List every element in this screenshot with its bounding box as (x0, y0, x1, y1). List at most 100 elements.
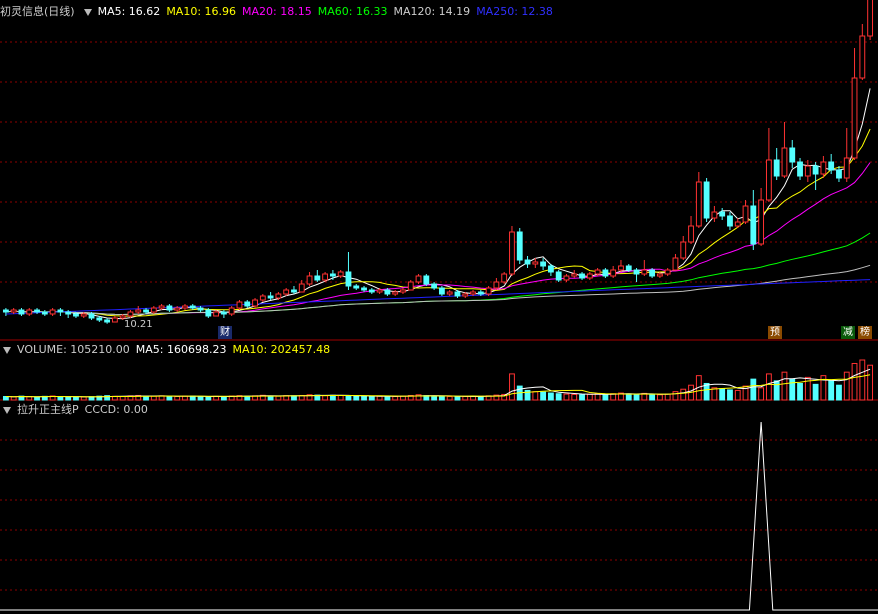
candle-body (727, 215, 733, 227)
candle-body (586, 273, 593, 279)
volume-bar (182, 395, 188, 401)
candle-body (773, 159, 780, 177)
ma60-line (5, 232, 871, 316)
candle-body (104, 319, 111, 323)
candle-body (431, 283, 438, 289)
candle-body (111, 317, 118, 323)
volume-bar (57, 396, 64, 401)
candle-body (337, 271, 344, 277)
candle-body (306, 275, 313, 285)
candle-body (571, 273, 578, 277)
volume-bar (828, 380, 835, 401)
candle-body (485, 287, 492, 295)
candle-body (470, 291, 476, 295)
candle-body (400, 289, 406, 293)
volume-bar (337, 394, 344, 401)
volume-bar (65, 396, 72, 401)
candle-body (407, 281, 414, 291)
volume-bar (438, 395, 445, 401)
candle-body (688, 225, 694, 243)
candle-body (314, 275, 321, 281)
candle-body (252, 299, 258, 307)
volume-bar (586, 393, 593, 401)
volume-bar (633, 394, 640, 401)
volume-bar (345, 395, 352, 401)
candle-body (96, 317, 103, 321)
candle-body (73, 313, 79, 317)
volume-bar (291, 395, 297, 401)
volume-bar (867, 364, 874, 401)
candle-body (765, 159, 772, 201)
volume-bar (540, 391, 547, 401)
volume-bar (446, 396, 453, 401)
candle-body (781, 147, 788, 177)
candle-body (2, 309, 9, 313)
candle-body (150, 307, 157, 313)
candle-body (493, 281, 500, 289)
volume-bar (220, 396, 227, 401)
candle-body (501, 273, 508, 283)
volume-bar (758, 387, 765, 401)
volume-bar (376, 395, 383, 401)
volume-bar (174, 396, 181, 401)
candle-body (836, 169, 842, 179)
candle-body (563, 275, 570, 281)
forecast-tag[interactable]: 预 (768, 326, 782, 339)
volume-bar (836, 384, 842, 401)
rank-list-tag[interactable]: 榜 (858, 326, 872, 339)
candle-body (220, 311, 227, 315)
candle-body (135, 309, 142, 313)
volume-bar (532, 391, 539, 401)
candle-body (158, 305, 165, 309)
financial-report-tag[interactable]: 财 (218, 326, 232, 339)
candle-body (680, 241, 687, 259)
candle-body (672, 257, 679, 271)
volume-bar (275, 395, 282, 401)
volume-bar (368, 396, 375, 401)
candle-body (524, 259, 531, 265)
candle-body (656, 273, 663, 277)
candle-body (797, 161, 803, 177)
volume-bar (602, 394, 609, 401)
candle-body (26, 309, 33, 315)
candle-body (368, 289, 375, 293)
candle-body (267, 295, 274, 299)
candle-body (275, 293, 282, 299)
candle-body (283, 289, 290, 295)
candle-body (859, 35, 866, 79)
volume-bar (859, 359, 866, 401)
volume-bar (150, 395, 157, 401)
candle-body (322, 273, 329, 281)
volume-bar (166, 395, 173, 401)
candle-body (18, 309, 25, 315)
volume-bar (734, 389, 741, 401)
candle-body (57, 309, 64, 313)
volume-bar (80, 396, 87, 401)
volume-bar (392, 396, 399, 401)
candle-body (509, 231, 515, 275)
candle-body (664, 269, 671, 275)
candle-body (711, 211, 718, 219)
candle-body (820, 161, 827, 175)
volume-bar (353, 395, 360, 401)
kline-chart[interactable] (0, 0, 878, 614)
volume-bar (625, 393, 632, 401)
candle-body (49, 309, 56, 315)
candle-body (828, 161, 835, 171)
candle-body (594, 269, 601, 275)
candle-body (174, 307, 181, 311)
candle-body (516, 231, 523, 261)
candle-body (197, 307, 204, 311)
candle-body (166, 305, 173, 311)
candle-body (415, 275, 422, 283)
volume-bar (547, 392, 554, 401)
reduce-holding-tag[interactable]: 减 (841, 326, 855, 339)
candle-body (812, 165, 819, 175)
candle-body (789, 147, 796, 163)
volume-bar (649, 393, 656, 401)
volume-bar (563, 393, 570, 401)
candle-body (34, 309, 40, 313)
candle-body (384, 289, 391, 295)
volume-bar (555, 393, 562, 401)
volume-bar (750, 378, 757, 401)
